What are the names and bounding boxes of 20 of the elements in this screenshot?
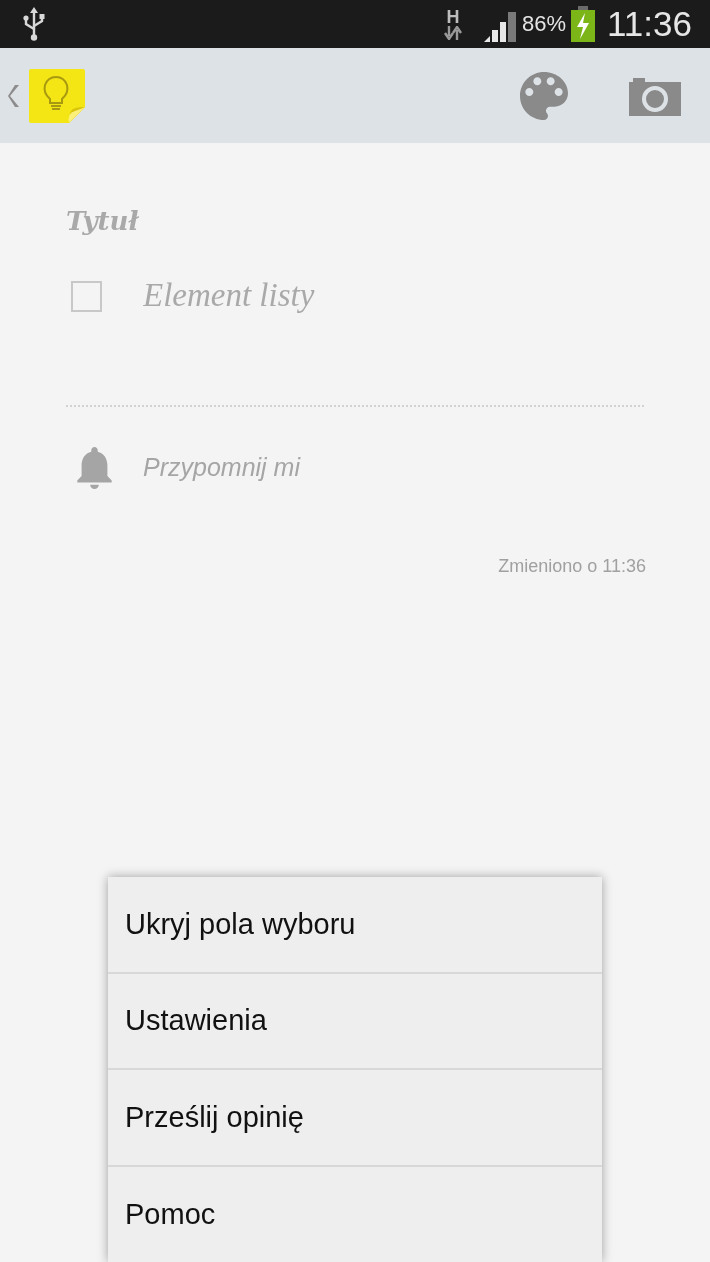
signal-icon <box>483 10 516 42</box>
battery-charging-icon <box>571 6 595 42</box>
checkbox[interactable] <box>71 280 102 312</box>
menu-item[interactable]: Ukryj pola wyboru <box>108 877 602 974</box>
title-field[interactable]: Tytuł <box>66 201 466 241</box>
clock-time: 11:36 <box>607 4 692 44</box>
menu-item[interactable]: Pomoc <box>108 1166 602 1262</box>
battery-percent: 86% <box>521 11 566 37</box>
network-type-label: H <box>446 8 460 26</box>
bell-icon <box>77 446 112 489</box>
menu-item[interactable]: Prześlij opinię <box>108 1070 602 1167</box>
list-item-field[interactable]: Element listy <box>143 276 563 316</box>
menu-item[interactable]: Ustawienia <box>108 973 602 1070</box>
palette-icon[interactable] <box>519 71 569 120</box>
data-arrows-icon <box>443 26 462 40</box>
chevron-left-icon <box>8 84 20 107</box>
modified-timestamp: Zmieniono o 11:36 <box>498 555 646 577</box>
usb-icon <box>22 7 46 41</box>
lightbulb-note-logo-icon <box>29 68 85 123</box>
camera-icon[interactable] <box>629 75 681 116</box>
